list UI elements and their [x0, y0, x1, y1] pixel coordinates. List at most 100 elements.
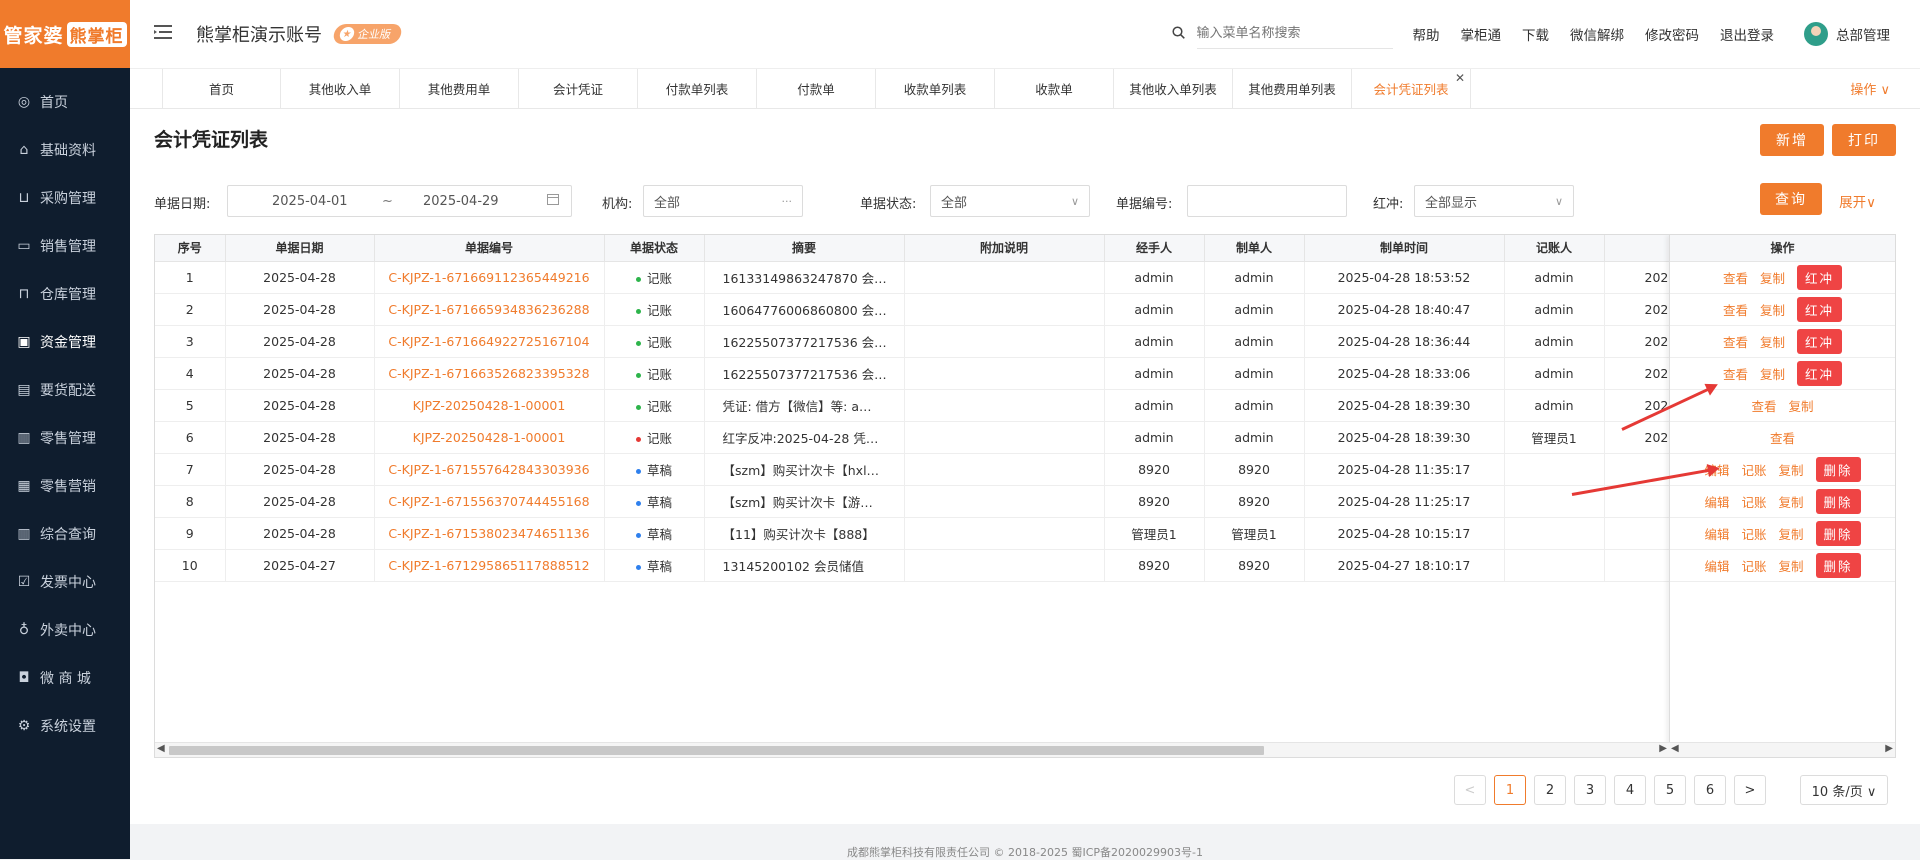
date-from[interactable]: 2025-04-01	[272, 194, 348, 209]
table-row[interactable]: 6 2025-04-28 KJPZ-20250428-1-00001 记账 红字反冲:2…	[155, 421, 1725, 454]
op-button-删除[interactable]: 删除	[1815, 553, 1861, 578]
page-button[interactable]: 4	[1614, 775, 1646, 805]
sidebar-item[interactable]: ▦ 零售营销	[0, 462, 130, 510]
op-button-删除[interactable]: 删除	[1815, 521, 1861, 546]
red-select[interactable]: 全部显示 ∨	[1414, 185, 1574, 217]
new-button[interactable]: 新增	[1760, 124, 1824, 156]
top-link[interactable]: 下载	[1522, 24, 1549, 44]
op-link-查看[interactable]: 查看	[1723, 300, 1748, 319]
tab[interactable]: 付款单	[757, 68, 876, 109]
op-link-复制[interactable]: 复制	[1760, 268, 1785, 287]
tab[interactable]: 其他收入单列表	[1114, 68, 1233, 109]
page-button[interactable]: 6	[1694, 775, 1726, 805]
page-button[interactable]: 1	[1494, 775, 1526, 805]
op-button-红冲[interactable]: 红冲	[1797, 297, 1843, 322]
table-row[interactable]: 8 2025-04-28 C-KJPZ-1-671556370744455168 草稿…	[155, 485, 1725, 518]
op-link-编辑[interactable]: 编辑	[1704, 524, 1729, 543]
scroll-right-icon[interactable]: ▶	[1885, 743, 1893, 754]
scroll-left-icon[interactable]: ◀	[1671, 743, 1679, 754]
print-button[interactable]: 打印	[1832, 124, 1896, 156]
cell-code[interactable]: C-KJPZ-1-671664922725167104	[374, 325, 605, 358]
cell-code[interactable]: C-KJPZ-1-671556370744455168	[374, 485, 605, 518]
table-row[interactable]: 5 2025-04-28 KJPZ-20250428-1-00001 记账 凭证: 借方…	[155, 389, 1725, 422]
tab[interactable]: 首页	[162, 68, 281, 109]
org-select[interactable]: 全部 ···	[643, 185, 803, 217]
op-link-复制[interactable]: 复制	[1760, 364, 1785, 383]
sidebar-item[interactable]: ▥ 综合查询	[0, 510, 130, 558]
op-link-查看[interactable]: 查看	[1723, 364, 1748, 383]
table-row[interactable]: 4 2025-04-28 C-KJPZ-1-671663526823395328 记账…	[155, 357, 1725, 390]
sidebar-item[interactable]: ⚙ 系统设置	[0, 702, 130, 750]
op-link-记账[interactable]: 记账	[1741, 460, 1766, 479]
cell-code[interactable]: KJPZ-20250428-1-00001	[374, 421, 605, 454]
tab[interactable]: 其他费用单	[400, 68, 519, 109]
top-link[interactable]: 退出登录	[1720, 24, 1774, 44]
cell-code[interactable]: KJPZ-20250428-1-00001	[374, 389, 605, 422]
op-button-红冲[interactable]: 红冲	[1797, 361, 1843, 386]
search-input[interactable]	[1196, 19, 1393, 49]
op-button-删除[interactable]: 删除	[1815, 489, 1861, 514]
tab[interactable]: 其他收入单	[281, 68, 400, 109]
sidebar-item[interactable]: ⌂ 基础资料	[0, 126, 130, 174]
date-to[interactable]: 2025-04-29	[423, 194, 499, 209]
op-link-记账[interactable]: 记账	[1741, 492, 1766, 511]
sidebar-item[interactable]: ▥ 零售管理	[0, 414, 130, 462]
op-link-复制[interactable]: 复制	[1760, 300, 1785, 319]
table-row[interactable]: 1 2025-04-28 C-KJPZ-1-671669112365449216 记账…	[155, 261, 1725, 294]
top-link[interactable]: 帮助	[1413, 24, 1440, 44]
cell-code[interactable]: C-KJPZ-1-671295865117888512	[374, 549, 605, 582]
tab[interactable]: 付款单列表	[638, 68, 757, 109]
page-button[interactable]: 3	[1574, 775, 1606, 805]
page-button[interactable]: 5	[1654, 775, 1686, 805]
cell-code[interactable]: C-KJPZ-1-671665934836236288	[374, 293, 605, 326]
page-button[interactable]: 2	[1534, 775, 1566, 805]
close-icon[interactable]: ✕	[1455, 71, 1465, 85]
operations-scrollbar[interactable]: ◀ ▶	[1669, 742, 1895, 757]
op-link-查看[interactable]: 查看	[1723, 268, 1748, 287]
table-row[interactable]: 9 2025-04-28 C-KJPZ-1-671538023474651136 草稿…	[155, 517, 1725, 550]
sidebar-item[interactable]: ☑ 发票中心	[0, 558, 130, 606]
table-row[interactable]: 10 2025-04-27 C-KJPZ-1-671295865117888512 草…	[155, 549, 1725, 582]
sidebar-item[interactable]: ◘ 微 商 城	[0, 654, 130, 702]
sidebar-item[interactable]: ▭ 销售管理	[0, 222, 130, 270]
op-link-复制[interactable]: 复制	[1779, 524, 1804, 543]
sidebar-item[interactable]: ▤ 要货配送	[0, 366, 130, 414]
op-link-查看[interactable]: 查看	[1770, 428, 1795, 447]
sidebar-item[interactable]: ◎ 首页	[0, 78, 130, 126]
user-menu[interactable]: 总部管理	[1804, 22, 1890, 46]
expand-toggle[interactable]: 展开∨	[1839, 191, 1876, 211]
page-size-select[interactable]: 10 条/页 ∨	[1800, 775, 1888, 805]
cell-code[interactable]: C-KJPZ-1-671538023474651136	[374, 517, 605, 550]
code-input[interactable]	[1187, 185, 1347, 217]
op-link-查看[interactable]: 查看	[1723, 332, 1748, 351]
op-link-复制[interactable]: 复制	[1779, 556, 1804, 575]
top-link[interactable]: 修改密码	[1645, 24, 1699, 44]
op-link-复制[interactable]: 复制	[1779, 460, 1804, 479]
tab[interactable]: 其他费用单列表	[1233, 68, 1352, 109]
next-page-button[interactable]: >	[1734, 775, 1766, 805]
cell-code[interactable]: C-KJPZ-1-671663526823395328	[374, 357, 605, 390]
scroll-right-icon[interactable]: ▶	[1659, 743, 1667, 754]
top-link[interactable]: 掌柜通	[1461, 24, 1502, 44]
status-select[interactable]: 全部 ∨	[930, 185, 1090, 217]
table-row[interactable]: 7 2025-04-28 C-KJPZ-1-671557642843303936 草稿…	[155, 453, 1725, 486]
op-link-记账[interactable]: 记账	[1741, 556, 1766, 575]
op-link-复制[interactable]: 复制	[1779, 492, 1804, 511]
cell-code[interactable]: C-KJPZ-1-671669112365449216	[374, 261, 605, 294]
table-row[interactable]: 3 2025-04-28 C-KJPZ-1-671664922725167104 记账…	[155, 325, 1725, 358]
table-row[interactable]: 2 2025-04-28 C-KJPZ-1-671665934836236288 记账…	[155, 293, 1725, 326]
sidebar-item[interactable]: ♁ 外卖中心	[0, 606, 130, 654]
sidebar-item[interactable]: ⊓ 仓库管理	[0, 270, 130, 318]
prev-page-button[interactable]: <	[1454, 775, 1486, 805]
sidebar-item[interactable]: ▣ 资金管理	[0, 318, 130, 366]
scroll-left-icon[interactable]: ◀	[157, 743, 165, 754]
tab[interactable]: 会计凭证	[519, 68, 638, 109]
op-link-编辑[interactable]: 编辑	[1704, 556, 1729, 575]
op-link-复制[interactable]: 复制	[1760, 332, 1785, 351]
horizontal-scrollbar[interactable]: ◀ ▶	[155, 742, 1669, 757]
op-link-复制[interactable]: 复制	[1789, 396, 1814, 415]
op-button-删除[interactable]: 删除	[1815, 457, 1861, 482]
op-link-记账[interactable]: 记账	[1741, 524, 1766, 543]
cell-code[interactable]: C-KJPZ-1-671557642843303936	[374, 453, 605, 486]
op-button-红冲[interactable]: 红冲	[1797, 329, 1843, 354]
